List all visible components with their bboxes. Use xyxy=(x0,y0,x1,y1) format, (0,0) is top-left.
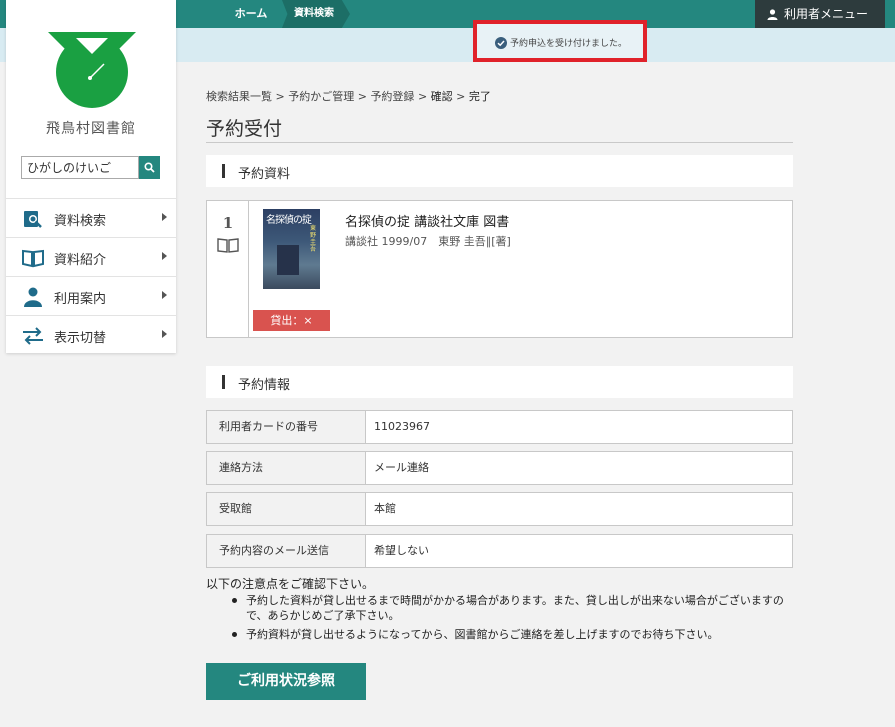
library-name: 飛鳥村図書館 xyxy=(46,121,136,137)
info-label: 受取館 xyxy=(207,493,366,525)
breadcrumb-separator: > xyxy=(417,90,428,103)
info-value: メール連絡 xyxy=(374,461,429,474)
book-number: 1 xyxy=(222,214,234,232)
note-item: 予約資料が貸し出せるようになってから、図書館からご連絡を差し上げますのでお待ち下… xyxy=(232,627,787,642)
section-marker xyxy=(222,164,225,178)
notes-list: 予約した資料が貸し出せるまで時間がかかる場合があります。また、貸し出しが出来ない… xyxy=(232,593,787,646)
search-icon xyxy=(144,162,155,173)
sidebar-item-label: 利用案内 xyxy=(54,292,107,307)
user-icon xyxy=(24,287,42,307)
cover-title: 名探偵の掟 xyxy=(266,215,312,226)
chevron-right-icon xyxy=(162,252,167,260)
section-title: 予約情報 xyxy=(238,378,291,393)
notice-text: 予約申込を受け付けました。 xyxy=(510,39,628,49)
breadcrumb-item[interactable]: 予約登録 xyxy=(370,90,414,103)
switch-arrows-icon xyxy=(23,327,43,345)
breadcrumb-current: 完了 xyxy=(468,90,491,103)
info-value: 希望しない xyxy=(374,544,429,557)
user-menu-label: 利用者メニュー xyxy=(784,7,869,21)
breadcrumb-search-link[interactable]: 資料検索 xyxy=(282,0,350,28)
info-row-email-notification: 予約内容のメール送信 希望しない xyxy=(206,534,793,568)
open-book-icon xyxy=(22,249,44,268)
user-icon xyxy=(767,9,778,20)
info-row-contact-method: 連絡方法 メール連絡 xyxy=(206,451,793,485)
sidebar: 飛鳥村図書館 資料検索 資料紹介 利用案内 表示切替 xyxy=(6,0,176,353)
info-value: 本館 xyxy=(374,502,396,515)
notes-intro: 以下の注意点をご確認下さい。 xyxy=(206,577,375,591)
sidebar-item-label: 資料検索 xyxy=(54,214,107,229)
chevron-right-icon xyxy=(162,291,167,299)
usage-status-button[interactable]: ご利用状況参照 xyxy=(206,663,366,700)
section-header-reservation-material: 予約資料 xyxy=(206,155,793,187)
info-label: 予約内容のメール送信 xyxy=(207,535,366,567)
info-value: 11023967 xyxy=(374,420,430,433)
info-label: 連絡方法 xyxy=(207,452,366,484)
info-label: 利用者カードの番号 xyxy=(207,411,366,443)
note-item: 予約した資料が貸し出せるまで時間がかかる場合があります。また、貸し出しが出来ない… xyxy=(232,593,787,623)
sidebar-item-label: 資料紹介 xyxy=(54,253,107,268)
chevron-right-icon xyxy=(162,213,167,221)
section-title: 予約資料 xyxy=(238,167,291,182)
breadcrumb-separator: > xyxy=(275,90,285,103)
notice-message: 予約申込を受け付けました。 xyxy=(495,36,627,49)
breadcrumb-item[interactable]: 検索結果一覧 xyxy=(206,90,272,103)
breadcrumb-item: 確認 xyxy=(430,90,453,103)
search-button[interactable] xyxy=(139,156,160,179)
section-marker xyxy=(222,375,225,389)
book-title[interactable]: 名探偵の掟 講談社文庫 図書 xyxy=(345,211,509,230)
sidebar-item-search[interactable]: 資料検索 xyxy=(6,198,176,237)
chevron-right-icon xyxy=(162,330,167,338)
notice-highlight-box: 予約申込を受け付けました。 xyxy=(473,20,647,62)
title-divider xyxy=(206,142,793,143)
sidebar-item-display-switch[interactable]: 表示切替 xyxy=(6,315,176,354)
sidebar-item-label: 表示切替 xyxy=(54,331,107,346)
breadcrumb-home-link[interactable]: ホーム xyxy=(220,0,282,28)
breadcrumb-separator: > xyxy=(357,90,367,103)
search-input[interactable] xyxy=(21,156,139,179)
book-icon xyxy=(217,238,239,253)
village-logo-icon xyxy=(48,32,136,108)
breadcrumb-separator: > xyxy=(456,90,466,103)
info-row-card-number: 利用者カードの番号 11023967 xyxy=(206,410,793,444)
section-header-reservation-info: 予約情報 xyxy=(206,366,793,398)
breadcrumb-item[interactable]: 予約かご管理 xyxy=(288,90,354,103)
user-menu-button[interactable]: 利用者メニュー xyxy=(755,0,885,28)
book-meta: 講談社 1999/07 東野 圭吾∥[著] xyxy=(345,235,511,248)
book-item: 1 名探偵の掟 東野圭吾 貸出：× 名探偵の掟 講談社文庫 図書 講談社 199… xyxy=(206,200,793,338)
search-book-icon xyxy=(24,211,42,228)
check-circle-icon xyxy=(495,37,507,49)
sidebar-item-introduction[interactable]: 資料紹介 xyxy=(6,237,176,276)
sidebar-item-guide[interactable]: 利用案内 xyxy=(6,276,176,315)
book-cover-image[interactable]: 名探偵の掟 東野圭吾 xyxy=(263,209,320,289)
page-title: 予約受付 xyxy=(206,118,283,140)
cover-author: 東野圭吾 xyxy=(310,225,317,253)
breadcrumb: 検索結果一覧 > 予約かご管理 > 予約登録 > 確認 > 完了 xyxy=(206,88,491,104)
cover-illustration xyxy=(277,245,299,275)
book-number-column: 1 xyxy=(207,201,249,337)
loan-status-badge: 貸出：× xyxy=(253,310,330,331)
info-row-pickup-library: 受取館 本館 xyxy=(206,492,793,526)
